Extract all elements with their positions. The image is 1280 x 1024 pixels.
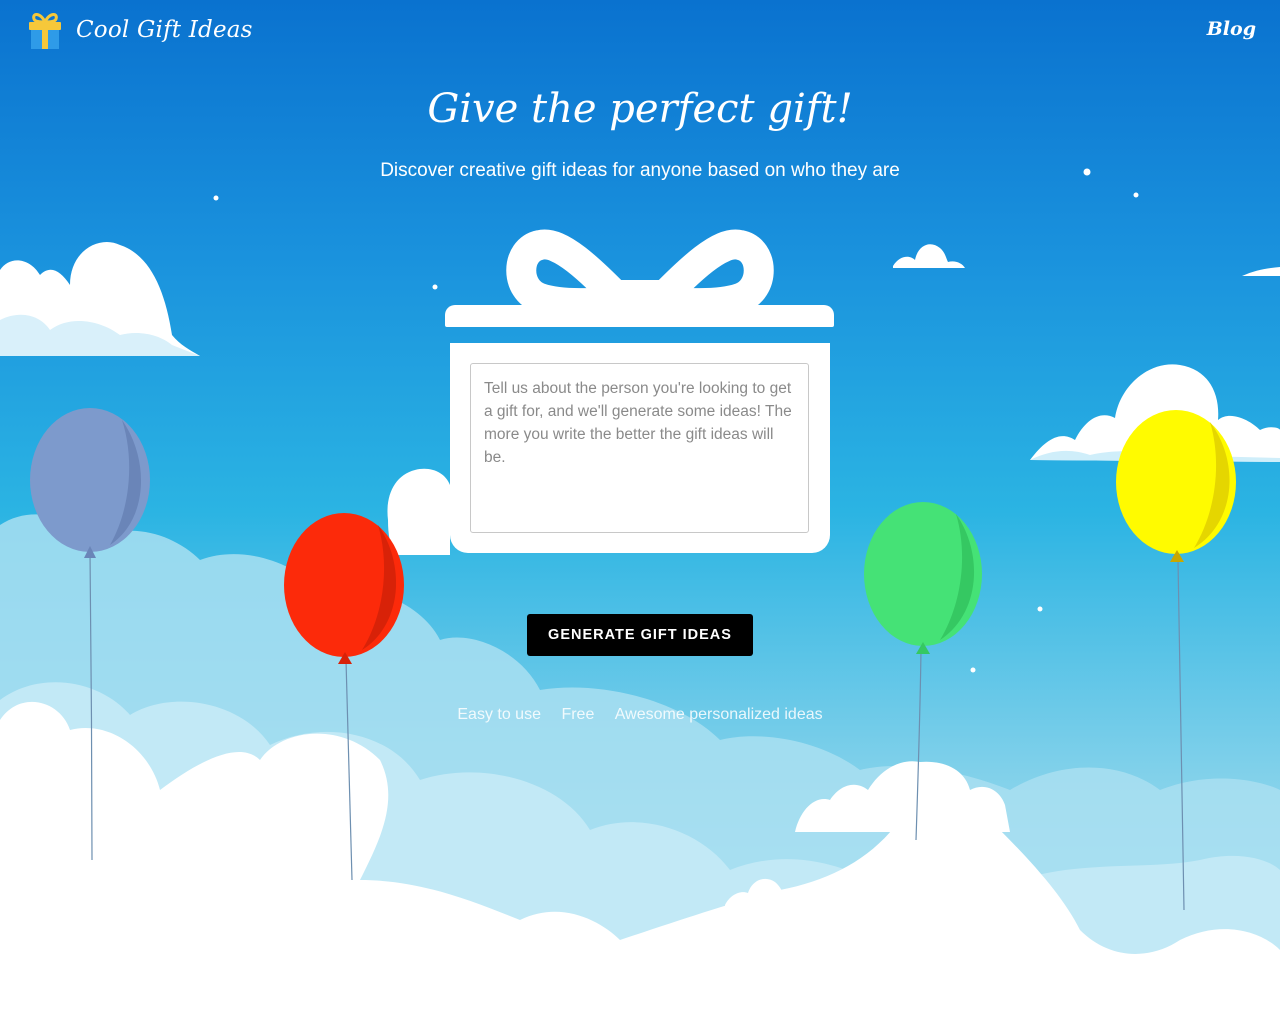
gift-lid: [445, 305, 834, 327]
generate-gift-ideas-button[interactable]: GENERATE GIFT IDEAS: [527, 614, 753, 656]
gift-icon: [29, 13, 61, 49]
balloon-yellow: [1116, 410, 1236, 562]
features-list: Easy to use Free Awesome personalized id…: [0, 706, 1280, 724]
header: Cool Gift Ideas Blog: [0, 0, 1280, 64]
balloon-green: [864, 502, 982, 654]
cloud-top-left: [0, 241, 200, 356]
logo-link[interactable]: Cool Gift Ideas: [26, 10, 253, 50]
feature-item: Free: [561, 706, 595, 723]
hero-subtitle: Discover creative gift ideas for anyone …: [380, 160, 900, 181]
cloud-small-right: [893, 244, 1280, 276]
feature-item: Easy to use: [457, 706, 541, 723]
hero-title: Give the perfect gift!: [427, 86, 853, 132]
cloud-behind-gift: [387, 468, 450, 555]
feature-item: Awesome personalized ideas: [614, 706, 823, 723]
app-name: Cool Gift Ideas: [76, 17, 253, 43]
gift-bow-knot: [618, 280, 662, 308]
person-description-input[interactable]: [470, 363, 809, 533]
blog-link[interactable]: Blog: [1207, 18, 1256, 40]
